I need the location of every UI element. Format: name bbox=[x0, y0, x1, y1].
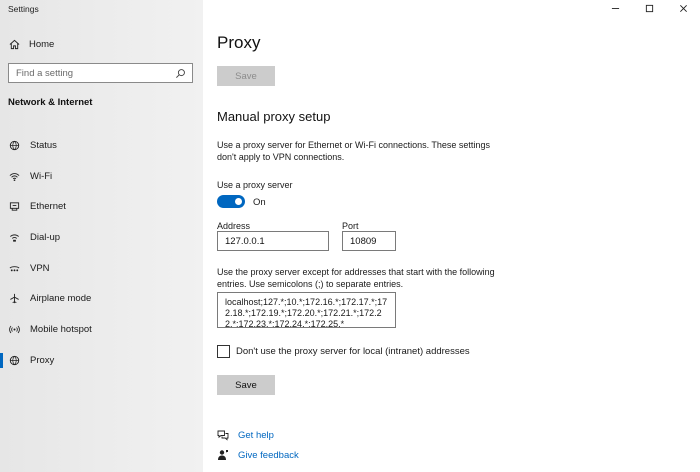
sidebar-item-status[interactable]: Status bbox=[0, 130, 203, 161]
ethernet-icon bbox=[9, 201, 20, 212]
address-label: Address bbox=[217, 221, 251, 231]
nav-home[interactable]: Home bbox=[0, 34, 203, 54]
use-proxy-toggle[interactable] bbox=[217, 195, 245, 208]
section-title: Network & Internet bbox=[8, 97, 93, 108]
nav-home-label: Home bbox=[29, 38, 55, 50]
give-feedback-link[interactable]: Give feedback bbox=[238, 450, 299, 461]
sidebar-item-label: Ethernet bbox=[30, 201, 66, 213]
sidebar-item-label: Dial-up bbox=[30, 231, 61, 243]
vpn-icon bbox=[9, 263, 20, 274]
manual-proxy-description: Use a proxy server for Ethernet or Wi-Fi… bbox=[217, 140, 490, 162]
page-title: Proxy bbox=[217, 33, 261, 52]
globe-status-icon bbox=[9, 140, 20, 151]
dialup-icon bbox=[9, 232, 20, 243]
give-feedback-row[interactable]: Give feedback bbox=[217, 449, 299, 461]
home-icon bbox=[9, 39, 20, 50]
chat-help-icon bbox=[217, 429, 229, 441]
port-input[interactable] bbox=[342, 231, 396, 251]
save-top-button[interactable]: Save bbox=[217, 66, 275, 86]
search-box[interactable] bbox=[8, 63, 193, 83]
get-help-row[interactable]: Get help bbox=[217, 429, 274, 441]
sidebar-item-mobile-hotspot[interactable]: Mobile hotspot bbox=[0, 314, 203, 345]
get-help-link[interactable]: Get help bbox=[238, 430, 274, 441]
sidebar-item-vpn[interactable]: VPN bbox=[0, 253, 203, 284]
sidebar-item-wifi[interactable]: Wi-Fi bbox=[0, 161, 203, 192]
sidebar-item-airplane-mode[interactable]: Airplane mode bbox=[0, 283, 203, 314]
sidebar-item-label: Wi-Fi bbox=[30, 170, 53, 182]
address-input[interactable] bbox=[217, 231, 329, 251]
exceptions-textarea[interactable]: localhost;127.*;10.*;172.16.*;172.17.*;1… bbox=[217, 292, 396, 328]
wifi-icon bbox=[9, 171, 20, 182]
port-label: Port bbox=[342, 221, 359, 231]
window-title: Settings bbox=[8, 4, 39, 14]
local-bypass-row[interactable]: Don't use the proxy server for local (in… bbox=[217, 345, 470, 358]
toggle-knob bbox=[235, 198, 242, 205]
manual-proxy-title: Manual proxy setup bbox=[217, 109, 331, 124]
feedback-person-icon bbox=[217, 449, 229, 461]
sidebar-item-proxy[interactable]: Proxy bbox=[0, 345, 203, 376]
sidebar-item-ethernet[interactable]: Ethernet bbox=[0, 191, 203, 222]
sidebar-item-label: Mobile hotspot bbox=[30, 323, 92, 335]
airplane-icon bbox=[9, 293, 20, 304]
main-content: Proxy Save Manual proxy setup Use a prox… bbox=[217, 0, 700, 472]
save-button[interactable]: Save bbox=[217, 375, 275, 395]
sidebar-item-dialup[interactable]: Dial-up bbox=[0, 222, 203, 253]
exceptions-description: Use the proxy server except for addresse… bbox=[217, 267, 495, 289]
sidebar-item-label: VPN bbox=[30, 262, 50, 274]
hotspot-icon bbox=[9, 324, 20, 335]
sidebar-item-label: Airplane mode bbox=[30, 293, 92, 305]
search-icon[interactable] bbox=[175, 68, 186, 79]
search-input[interactable] bbox=[16, 67, 166, 79]
sidebar-item-label: Status bbox=[30, 139, 57, 151]
globe-icon bbox=[9, 355, 20, 366]
sidebar-item-label: Proxy bbox=[30, 354, 55, 366]
nav-list: Status Wi-Fi Ethernet Dial-up VPN Airpla… bbox=[0, 130, 203, 376]
use-proxy-label: Use a proxy server bbox=[217, 180, 293, 190]
local-bypass-label: Don't use the proxy server for local (in… bbox=[236, 346, 470, 357]
toggle-state-label: On bbox=[253, 197, 266, 208]
sidebar: Settings Home Network & Internet Status … bbox=[0, 0, 203, 472]
local-bypass-checkbox[interactable] bbox=[217, 345, 230, 358]
